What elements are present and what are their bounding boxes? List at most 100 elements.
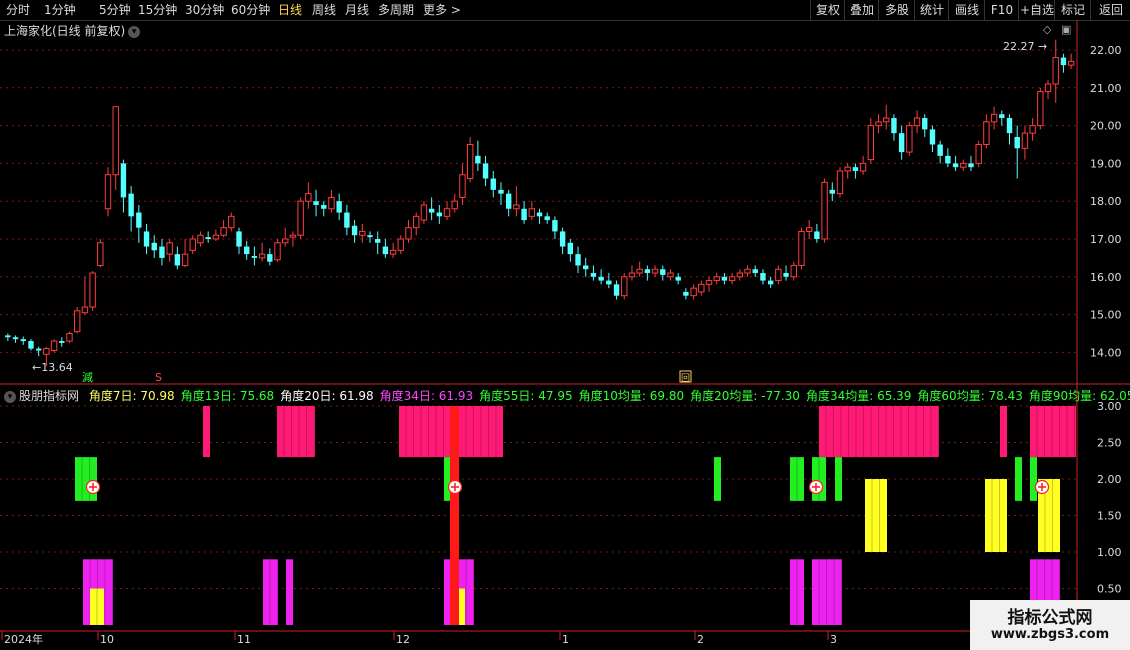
indicator-value-1: 角度13日: 75.68	[180, 389, 275, 403]
candle-body-down	[606, 280, 612, 285]
candle-body-up	[736, 272, 744, 278]
reduce-marker: 減	[82, 370, 93, 384]
candle-body-down	[35, 348, 42, 351]
candle-body-up	[775, 268, 782, 282]
candle-body-up	[867, 125, 875, 161]
indicator-bar	[812, 559, 842, 625]
candle-body-down	[891, 118, 897, 134]
indicator-name[interactable]: 股朋指标网	[19, 389, 79, 403]
candle-body-down	[267, 254, 273, 262]
chevron-down-icon[interactable]: ▾	[4, 390, 16, 403]
candle-body-up	[1067, 60, 1075, 66]
indicator-tick-label: 2.50	[1097, 437, 1122, 450]
indicator-value-7: 角度34均量: 65.39	[805, 389, 912, 403]
indicator-bar	[819, 406, 939, 458]
candle-body-up	[359, 230, 366, 236]
indicator-bar	[985, 479, 1007, 552]
candle-body-up	[975, 144, 982, 164]
candle-body-down	[336, 201, 342, 213]
candle-body-up	[1044, 83, 1052, 93]
candle-body-up	[913, 117, 921, 127]
candle-body-down	[498, 189, 504, 194]
candle-body-up	[1021, 132, 1029, 149]
candle-body-down	[929, 129, 936, 145]
candle-body-down	[428, 208, 435, 213]
candle-body-down	[490, 178, 496, 190]
candle-body-up	[513, 204, 520, 210]
indicator-tick-label: 2.00	[1097, 473, 1122, 486]
candle-body-up	[805, 227, 813, 232]
candle-body-up	[258, 253, 266, 259]
candle-body-down	[351, 225, 358, 236]
indicator-tick-label: 1.00	[1097, 546, 1122, 559]
candle-body-up	[844, 166, 851, 172]
indicator-value-2: 角度20日: 61.98	[280, 389, 374, 403]
candle-body-up	[705, 280, 713, 285]
candle-body-down	[922, 118, 928, 130]
candle-body-up	[228, 215, 235, 229]
candle-body-down	[1060, 57, 1067, 66]
candle-body-down	[783, 273, 789, 277]
candle-body-up	[1052, 57, 1059, 85]
candle-body-down	[313, 201, 319, 205]
price-tick-label: 16.00	[1090, 271, 1122, 284]
candle-body-down	[583, 265, 589, 270]
indicator-bar	[286, 559, 293, 625]
candle-body-down	[898, 133, 905, 153]
date-tick-label: 3	[830, 633, 837, 646]
candle-body-down	[475, 155, 481, 164]
candle-body-down	[683, 291, 689, 296]
indicator-bar	[1030, 457, 1037, 501]
indicator-bar	[450, 406, 459, 625]
candle-body-up	[651, 268, 659, 274]
candle-body-down	[205, 237, 211, 239]
candle-body-down	[174, 254, 181, 266]
candle-body-down	[598, 276, 604, 281]
candle-body-up	[906, 125, 913, 153]
indicator-value-3: 角度34日: 61.93	[379, 389, 474, 403]
indicator-tick-label: 1.50	[1097, 510, 1122, 523]
candle-body-down	[536, 212, 543, 217]
candle-body-down	[251, 256, 258, 258]
candle-body-up	[274, 242, 281, 261]
candle-body-down	[128, 193, 134, 217]
candle-body-down	[482, 163, 489, 179]
candle-body-up	[297, 200, 304, 236]
candle-body-down	[159, 246, 165, 258]
candle-body-down	[613, 284, 620, 296]
candle-body-down	[552, 220, 558, 232]
price-tick-label: 21.00	[1090, 82, 1122, 95]
candle-body-down	[521, 208, 527, 221]
candle-body-up	[289, 234, 297, 238]
watermark-url: www.zbgs3.com	[990, 627, 1110, 642]
candle-body-down	[952, 163, 959, 168]
candle-body-up	[883, 117, 890, 123]
price-tick-label: 22.00	[1090, 44, 1122, 57]
indicator-bar	[1015, 457, 1022, 501]
candle-body-down	[567, 242, 574, 255]
candle-body-up	[821, 181, 828, 240]
price-tick-label: 19.00	[1090, 157, 1122, 170]
candle-body-up	[97, 242, 104, 266]
indicator-bar	[865, 479, 887, 552]
candle-body-down	[752, 269, 758, 274]
candle-body-up	[305, 193, 312, 202]
candle-body-up	[104, 174, 112, 210]
candle-body-down	[151, 242, 157, 251]
candle-body-down	[590, 273, 597, 277]
candle-body-up	[212, 234, 220, 240]
candle-body-up	[197, 234, 204, 244]
candle-body-up	[451, 200, 458, 210]
candle-body-up	[713, 276, 720, 282]
sell-marker: S	[155, 371, 162, 384]
indicator-bar	[714, 457, 721, 501]
indicator-header: ▾ 股朋指标网 角度7日: 70.98 角度13日: 75.68 角度20日: 61.…	[4, 387, 1130, 404]
candle-body-up	[50, 340, 58, 352]
date-tick-label: 2024年	[4, 632, 43, 646]
candle-body-up	[112, 106, 119, 176]
high-price-label: 22.27 →	[1003, 40, 1047, 53]
kline-chart[interactable]: 22.0021.0020.0019.0018.0017.0016.0015.00…	[0, 0, 1130, 650]
watermark-title: 指标公式网	[1007, 608, 1093, 628]
candle-body-up	[443, 208, 451, 217]
candle-body-down	[644, 269, 651, 274]
